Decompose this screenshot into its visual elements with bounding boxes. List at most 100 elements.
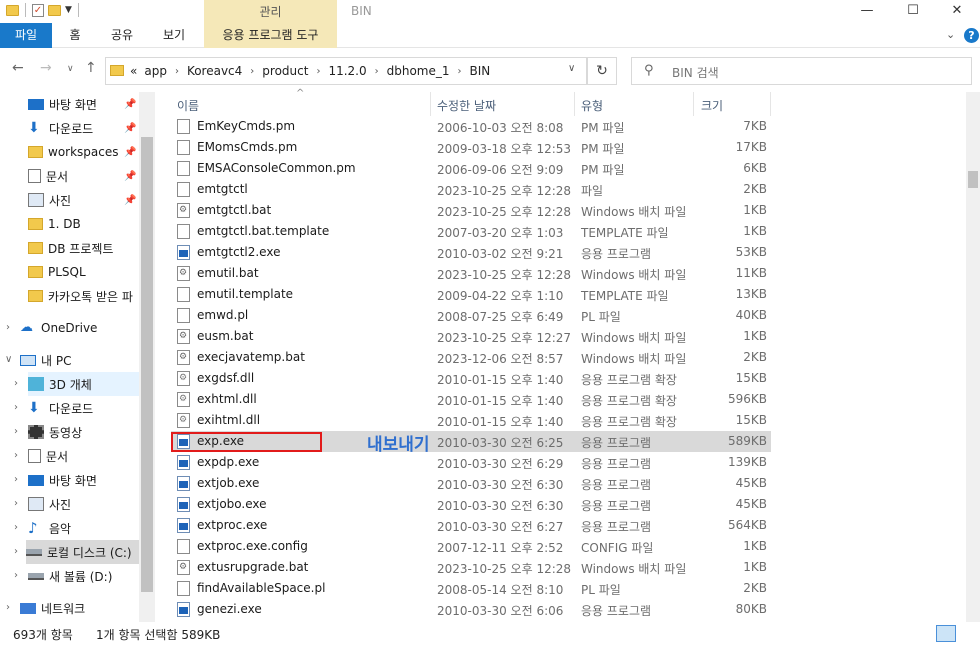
address-bar[interactable]: « app › Koreavc4 › product › 11.2.0 › db… <box>105 57 587 85</box>
table-row[interactable]: emutil.bat 2023-10-25 오후 12:28 Windows 배치 … <box>171 263 771 284</box>
chevron-right-icon[interactable]: › <box>316 66 320 77</box>
sidebar-item-desktop-pc[interactable]: 바탕 화면 <box>28 468 155 492</box>
breadcrumb-overflow[interactable]: « <box>130 64 137 78</box>
chevron-right-icon[interactable]: › <box>6 322 10 333</box>
column-header-name[interactable]: 이름 <box>177 97 199 114</box>
sidebar-item-desktop[interactable]: 바탕 화면 📌 <box>28 92 155 116</box>
sidebar-item-this-pc[interactable]: 내 PC <box>20 348 155 372</box>
pin-icon[interactable]: 📌 <box>124 123 136 134</box>
chevron-right-icon[interactable]: › <box>375 66 379 77</box>
table-row[interactable]: genezi.exe 2010-03-30 오전 6:06 응용 프로그램 80KB <box>171 599 771 620</box>
chevron-right-icon[interactable]: › <box>250 66 254 77</box>
chevron-right-icon[interactable]: › <box>14 498 18 509</box>
back-arrow-icon[interactable]: ← <box>12 60 24 76</box>
sidebar-item-pictures[interactable]: 사진 📌 <box>28 188 155 212</box>
sidebar-item-documents[interactable]: 문서 📌 <box>28 164 155 188</box>
chevron-right-icon[interactable]: › <box>14 570 18 581</box>
table-row[interactable]: emtgtctl 2023-10-25 오후 12:28 파일 2KB <box>171 179 771 200</box>
minimize-button[interactable]: — <box>844 0 890 23</box>
divider[interactable] <box>574 92 575 116</box>
search-input[interactable]: ⚲ BIN 검색 <box>631 57 972 85</box>
table-row[interactable]: execjavatemp.bat 2023-12-06 오전 8:57 Window… <box>171 347 771 368</box>
table-row[interactable]: exhtml.dll 2010-01-15 오후 1:40 응용 프로그램 확장 59… <box>171 389 771 410</box>
table-row[interactable]: eusm.bat 2023-10-25 오후 12:27 Windows 배치 파일… <box>171 326 771 347</box>
breadcrumb-item[interactable]: app <box>144 64 167 78</box>
sidebar-item-network[interactable]: 네트워크 <box>20 596 155 620</box>
chevron-right-icon[interactable]: › <box>14 522 18 533</box>
new-folder-icon[interactable] <box>48 4 61 16</box>
sidebar-item-1-db[interactable]: 1. DB <box>28 212 155 236</box>
sidebar-item-db-project[interactable]: DB 프로젝트 <box>28 236 155 260</box>
table-row[interactable]: extproc.exe.config 2007-12-11 오후 2:52 CONF… <box>171 536 771 557</box>
sidebar-item-local-disk-c[interactable]: 로컬 디스크 (C:) <box>26 540 140 564</box>
up-arrow-icon[interactable]: ↑ <box>85 60 97 76</box>
customize-qat-icon[interactable]: ▼ <box>65 5 72 15</box>
table-row[interactable]: extproc.exe 2010-03-30 오전 6:27 응용 프로그램 564K… <box>171 515 771 536</box>
table-row[interactable]: EmKeyCmds.pm 2006-10-03 오전 8:08 PM 파일 7KB <box>171 116 771 137</box>
breadcrumb-item[interactable]: product <box>262 64 308 78</box>
breadcrumb-item[interactable]: dbhome_1 <box>387 64 450 78</box>
table-row[interactable]: extjobo.exe 2010-03-30 오전 6:30 응용 프로그램 45KB <box>171 494 771 515</box>
sidebar-item-videos[interactable]: 동영상 <box>28 420 155 444</box>
large-icons-view-icon[interactable] <box>960 625 980 642</box>
table-row[interactable]: exihtml.dll 2010-01-15 오후 1:40 응용 프로그램 확장 1… <box>171 410 771 431</box>
table-row[interactable]: findAvailableSpace.pl 2008-05-14 오전 8:10 P… <box>171 578 771 599</box>
tab-share[interactable]: 공유 <box>104 23 140 48</box>
table-row[interactable]: emtgtctl.bat 2023-10-25 오후 12:28 Windows 배… <box>171 200 771 221</box>
column-header-size[interactable]: 크기 <box>701 97 723 114</box>
chevron-right-icon[interactable]: › <box>14 402 18 413</box>
table-row[interactable]: EMSAConsoleCommon.pm 2006-09-06 오전 9:09 PM… <box>171 158 771 179</box>
tab-file[interactable]: 파일 <box>0 23 52 48</box>
pin-icon[interactable]: 📌 <box>124 195 136 206</box>
sidebar-item-onedrive[interactable]: ☁ OneDrive <box>20 316 155 340</box>
forward-arrow-icon[interactable]: → <box>40 60 52 76</box>
divider[interactable] <box>430 92 431 116</box>
sidebar-item-new-volume-d[interactable]: 새 볼륨 (D:) <box>28 564 155 588</box>
divider[interactable] <box>770 92 771 116</box>
sidebar-scrollbar-thumb[interactable] <box>141 137 153 592</box>
sidebar-item-downloads[interactable]: ⬇ 다운로드 📌 <box>28 116 155 140</box>
chevron-right-icon[interactable]: › <box>6 602 10 613</box>
chevron-down-icon[interactable]: ∨ <box>5 354 12 365</box>
breadcrumb-item[interactable]: 11.2.0 <box>328 64 366 78</box>
sidebar-item-kakaotalk[interactable]: 카카오톡 받은 파 <box>28 284 140 308</box>
breadcrumb-item[interactable]: Koreavc4 <box>187 64 242 78</box>
help-icon[interactable]: ? <box>964 28 979 43</box>
sidebar-item-music[interactable]: ♪ 음악 <box>28 516 155 540</box>
chevron-right-icon[interactable]: › <box>14 546 18 557</box>
table-row[interactable]: emutil.template 2009-04-22 오후 1:10 TEMPLAT… <box>171 284 771 305</box>
maximize-button[interactable]: ☐ <box>890 0 936 23</box>
sidebar-item-3d-objects[interactable]: 3D 개체 <box>28 372 140 396</box>
chevron-right-icon[interactable]: › <box>14 474 18 485</box>
address-dropdown-icon[interactable]: ∨ <box>568 63 575 74</box>
expand-ribbon-icon[interactable]: ⌄ <box>946 28 955 41</box>
table-row[interactable]: extusrupgrade.bat 2023-10-25 오후 12:28 Wind… <box>171 557 771 578</box>
file-list-scrollbar-thumb[interactable] <box>968 171 978 188</box>
divider[interactable] <box>693 92 694 116</box>
pin-icon[interactable]: 📌 <box>124 171 136 182</box>
table-row[interactable]: emtgtctl.bat.template 2007-03-20 오후 1:03 T… <box>171 221 771 242</box>
column-header-date[interactable]: 수정한 날짜 <box>437 97 496 114</box>
table-row[interactable]: extjob.exe 2010-03-30 오전 6:30 응용 프로그램 45KB <box>171 473 771 494</box>
pin-icon[interactable]: 📌 <box>124 99 136 110</box>
refresh-button[interactable]: ↻ <box>587 57 617 85</box>
tab-view[interactable]: 보기 <box>156 23 192 48</box>
column-header-type[interactable]: 유형 <box>581 97 603 114</box>
table-row[interactable]: emtgtctl2.exe 2010-03-02 오전 9:21 응용 프로그램 53… <box>171 242 771 263</box>
table-row[interactable]: emwd.pl 2008-07-25 오후 6:49 PL 파일 40KB <box>171 305 771 326</box>
properties-icon[interactable]: ✓ <box>32 3 44 17</box>
details-view-icon[interactable] <box>936 625 956 642</box>
table-row[interactable]: expdp.exe 2010-03-30 오전 6:29 응용 프로그램 139KB <box>171 452 771 473</box>
tab-home[interactable]: 홈 <box>60 23 90 48</box>
pin-icon[interactable]: 📌 <box>124 147 136 158</box>
breadcrumb-item[interactable]: BIN <box>470 64 491 78</box>
sidebar-item-downloads-pc[interactable]: ⬇ 다운로드 <box>28 396 155 420</box>
sidebar-item-plsql[interactable]: PLSQL <box>28 260 155 284</box>
recent-locations-icon[interactable]: ∨ <box>67 64 74 74</box>
table-row[interactable]: EMomsCmds.pm 2009-03-18 오후 12:53 PM 파일 17KB <box>171 137 771 158</box>
sidebar-item-pictures-pc[interactable]: 사진 <box>28 492 155 516</box>
close-button[interactable]: ✕ <box>934 0 980 23</box>
chevron-right-icon[interactable]: › <box>14 378 18 389</box>
chevron-right-icon[interactable]: › <box>175 66 179 77</box>
chevron-right-icon[interactable]: › <box>14 450 18 461</box>
